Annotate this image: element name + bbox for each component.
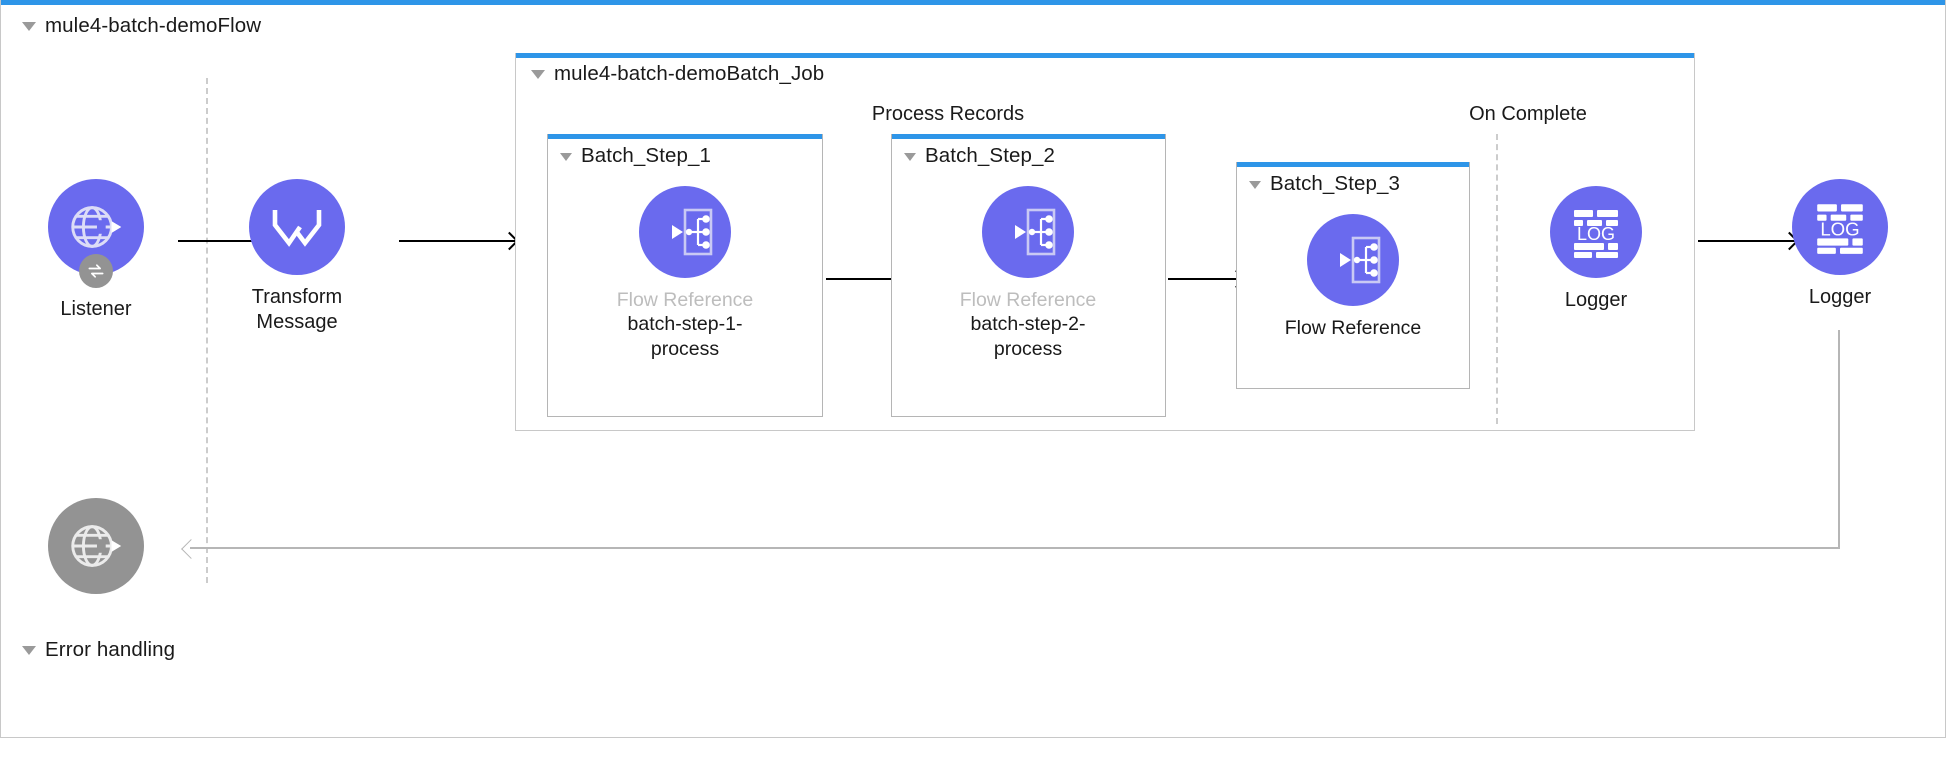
triangle-down-icon[interactable] <box>22 646 36 655</box>
batch-step-accent-bar <box>548 134 822 139</box>
batch-step-accent-bar <box>892 134 1165 139</box>
processor-label-line-1: Transform <box>251 286 343 308</box>
exchange-arrows-icon <box>79 254 113 288</box>
batch-step-1-title: Batch_Step_1 <box>581 144 711 167</box>
flow-accent-bar <box>1 0 1945 5</box>
connector-transform-to-batch-job <box>399 240 515 242</box>
triangle-down-icon[interactable] <box>531 70 545 79</box>
batch-job-accent-bar <box>516 53 1694 58</box>
return-path-vertical-segment <box>1838 330 1840 548</box>
processor-transform-message[interactable]: Transform Message <box>197 179 397 336</box>
logger-log-icon[interactable]: LOG <box>1792 179 1888 275</box>
flow-canvas: mule4-batch-demoFlow Listener Transform … <box>0 0 1946 758</box>
return-path-horizontal-segment <box>190 547 1840 549</box>
triangle-down-icon[interactable] <box>560 152 572 161</box>
error-handling-header[interactable]: Error handling <box>22 638 175 662</box>
flow-reference-icon[interactable] <box>982 186 1074 278</box>
processor-label-line-2: Message <box>256 311 338 334</box>
flow-reference-icon[interactable] <box>1307 214 1399 306</box>
processor-type-label: Flow Reference <box>959 289 1097 311</box>
flow-reference-icon[interactable] <box>639 186 731 278</box>
batch-job-title: mule4-batch-demoBatch_Job <box>554 62 825 85</box>
processor-label: Logger <box>1564 289 1628 311</box>
flow-title: mule4-batch-demoFlow <box>45 14 262 37</box>
batch-step-3-header[interactable]: Batch_Step_3 <box>1249 172 1400 196</box>
dataweave-icon[interactable] <box>249 179 345 275</box>
processor-listener[interactable]: Listener <box>0 179 196 322</box>
batch-step-2-title: Batch_Step_2 <box>925 144 1055 167</box>
processor-name-label: batch-step-1-process <box>627 313 743 360</box>
triangle-down-icon[interactable] <box>22 22 36 31</box>
processor-label: Logger <box>1808 286 1872 308</box>
http-globe-icon[interactable] <box>48 498 144 594</box>
processor-flow-reference-2[interactable]: Flow Reference batch-step-2-process <box>928 186 1128 361</box>
processor-name-label: batch-step-2-process <box>970 313 1086 360</box>
batch-step-2-header[interactable]: Batch_Step_2 <box>904 144 1055 168</box>
http-globe-icon[interactable] <box>48 179 144 288</box>
batch-step-1-header[interactable]: Batch_Step_1 <box>560 144 711 168</box>
processor-logger-end[interactable]: LOG Logger <box>1740 179 1940 310</box>
error-handling-title: Error handling <box>45 638 176 661</box>
processor-type-label: Flow Reference <box>1284 317 1422 339</box>
connector-step2-to-step3 <box>1168 278 1242 280</box>
logger-log-icon[interactable]: LOG <box>1550 186 1642 278</box>
processor-logger-on-complete[interactable]: LOG Logger <box>1496 186 1696 313</box>
flow-header[interactable]: mule4-batch-demoFlow <box>22 14 261 38</box>
batch-step-accent-bar <box>1237 162 1469 167</box>
processor-error-source[interactable] <box>0 498 196 594</box>
processor-label: Listener <box>60 298 132 320</box>
batch-job-header[interactable]: mule4-batch-demoBatch_Job <box>531 62 824 86</box>
processor-flow-reference-3[interactable]: Flow Reference <box>1253 214 1453 340</box>
logger-icon-text: LOG <box>1820 218 1859 239</box>
processor-flow-reference-1[interactable]: Flow Reference batch-step-1-process <box>585 186 785 361</box>
section-caption-process-records: Process Records <box>871 103 1025 125</box>
section-caption-on-complete: On Complete <box>1469 103 1587 125</box>
logger-icon-text: LOG <box>1577 224 1615 244</box>
triangle-down-icon[interactable] <box>904 152 916 161</box>
processor-type-label: Flow Reference <box>616 289 754 311</box>
batch-step-3-title: Batch_Step_3 <box>1270 172 1400 195</box>
triangle-down-icon[interactable] <box>1249 180 1261 189</box>
